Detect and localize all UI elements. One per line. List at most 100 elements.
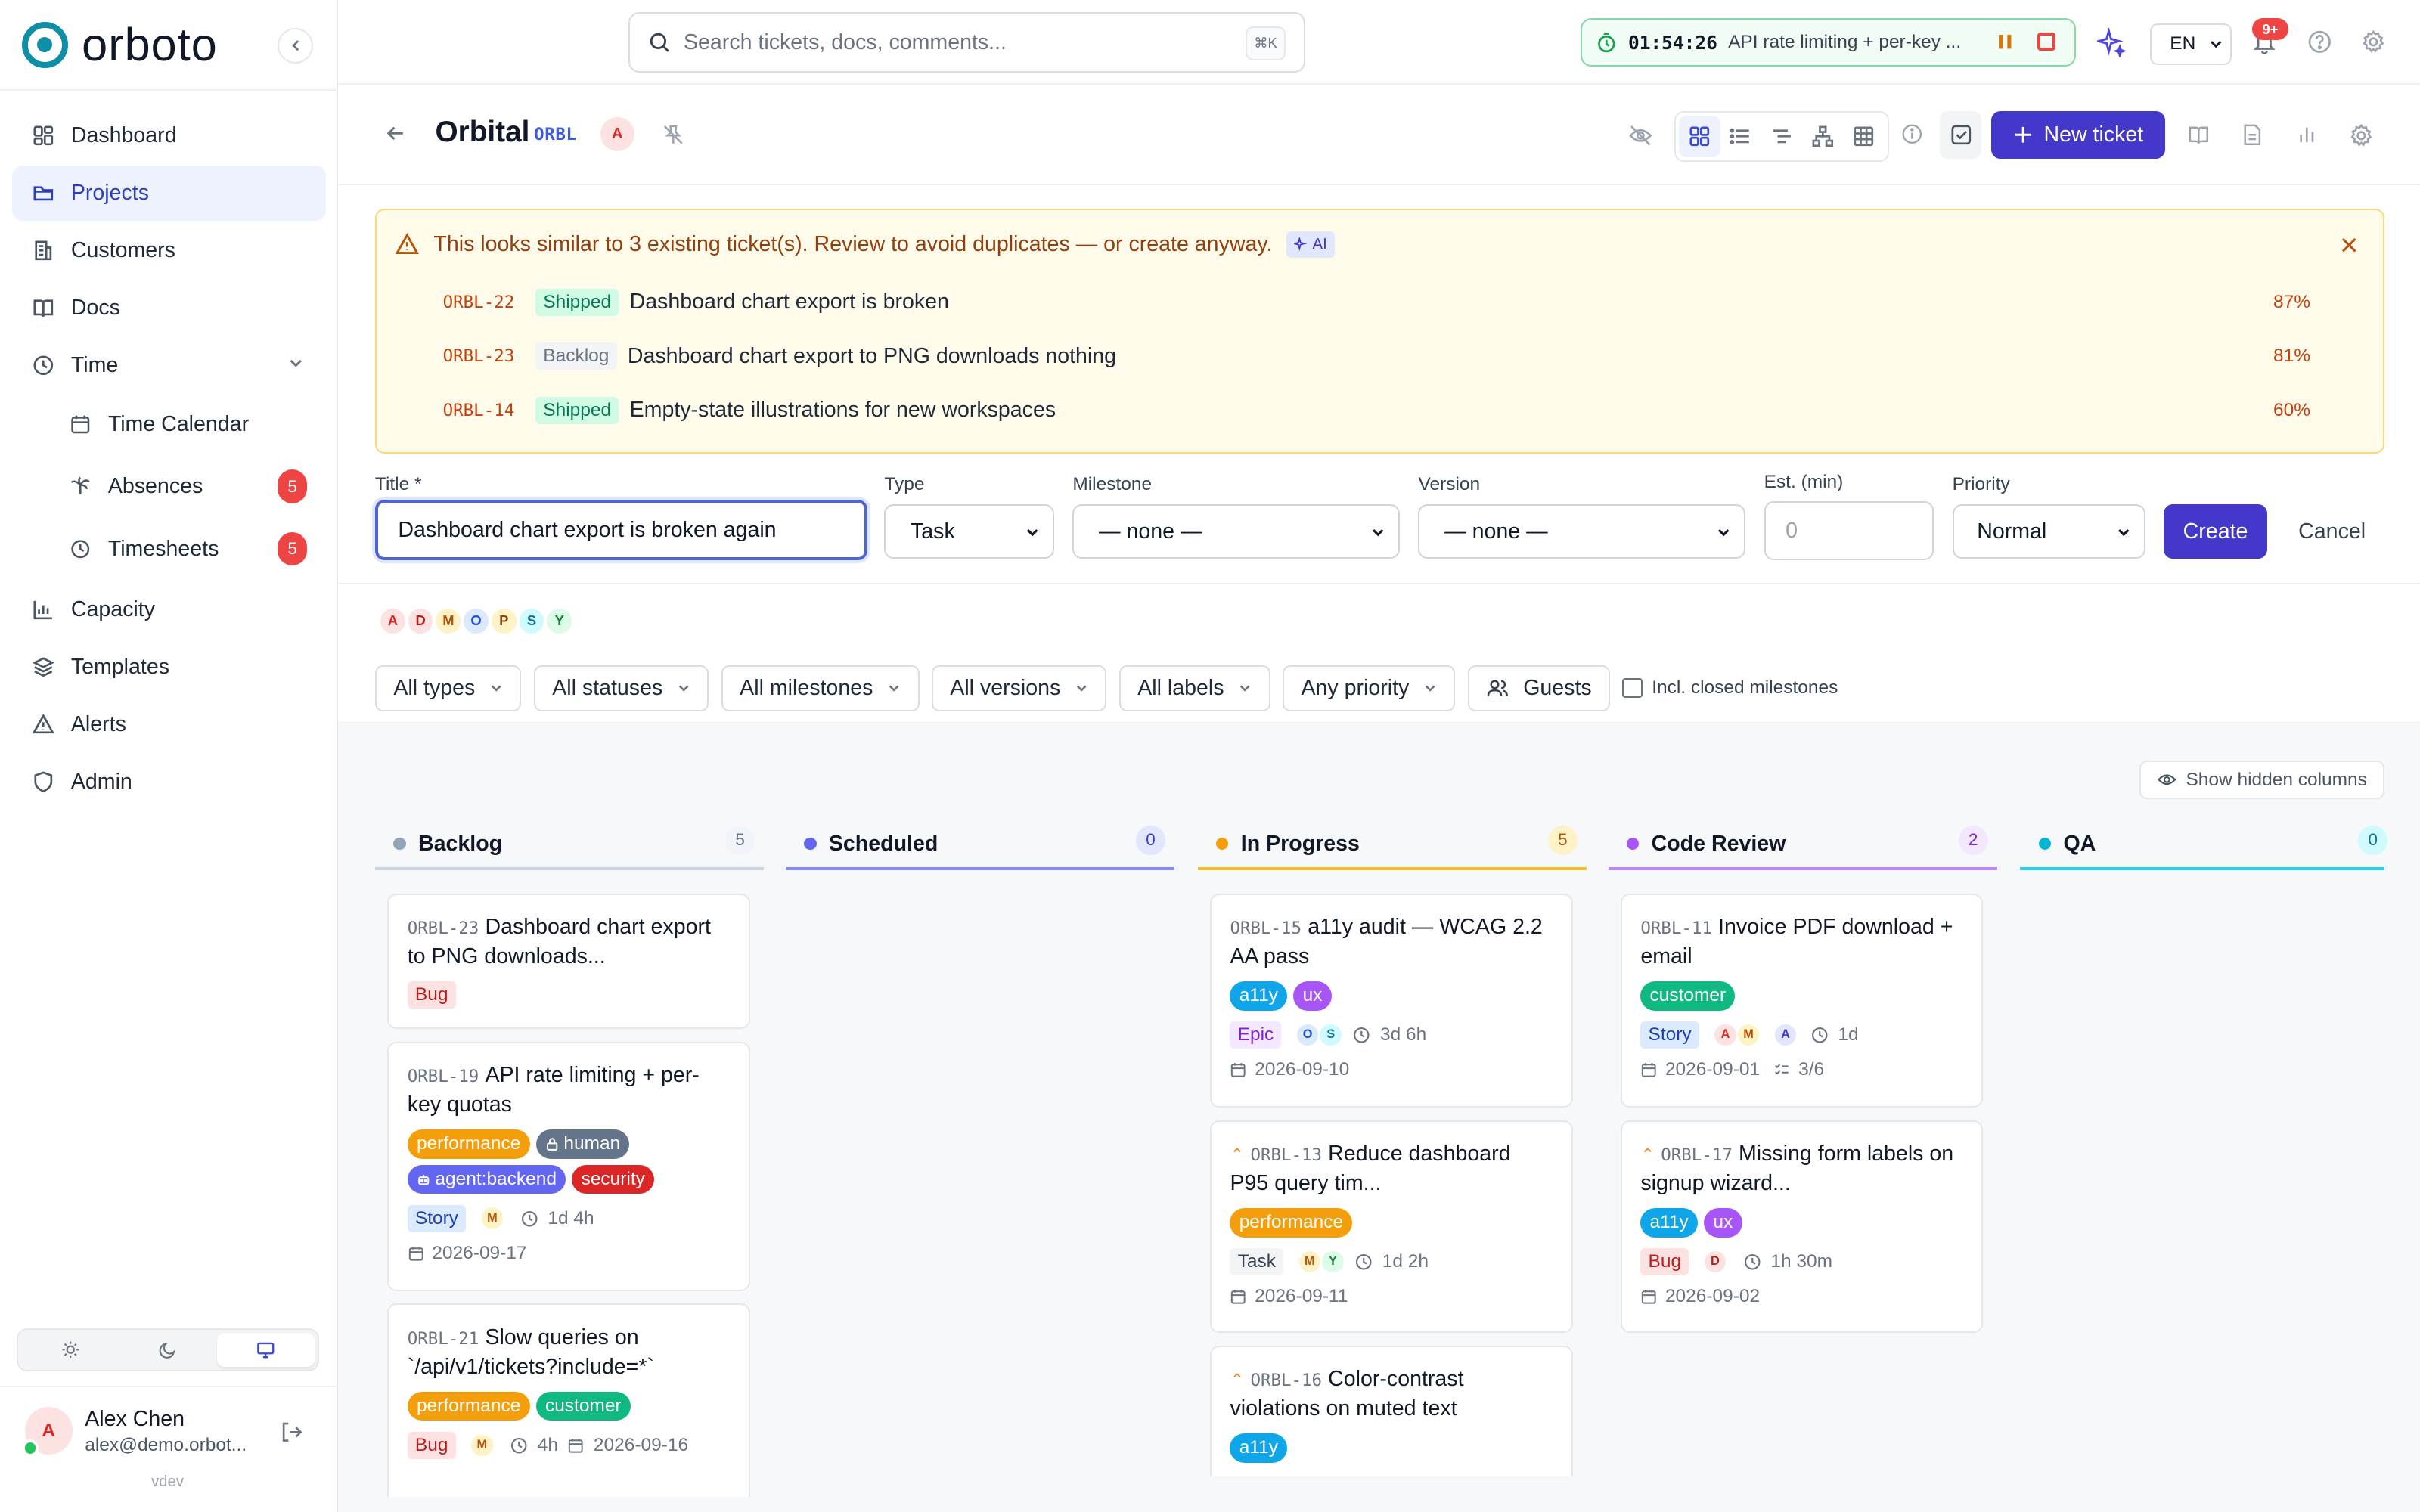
column-title: Scheduled <box>828 831 939 856</box>
member-avatar[interactable]: A <box>377 606 408 636</box>
unpin-icon[interactable] <box>662 123 685 147</box>
user-name: Alex Chen <box>85 1407 185 1432</box>
back-arrow-icon[interactable] <box>384 122 408 145</box>
estimate: 3d 6h <box>1380 1024 1427 1045</box>
stop-icon[interactable] <box>2037 32 2056 51</box>
sidebar-item-absences[interactable]: Absences 5 <box>12 457 325 516</box>
light-theme-button[interactable] <box>22 1333 119 1367</box>
column-title: In Progress <box>1240 831 1360 856</box>
show-hidden-columns-button[interactable]: Show hidden columns <box>2139 761 2385 800</box>
high-priority-icon: ⌃ <box>1640 1145 1655 1165</box>
priority-filter[interactable]: Any priority <box>1283 665 1456 711</box>
status-filter[interactable]: All statuses <box>533 665 709 711</box>
close-icon[interactable] <box>2340 236 2358 254</box>
ticket-key: ORBL-15 <box>1230 919 1302 939</box>
column-header-scheduled[interactable]: Scheduled 0 <box>785 818 1175 870</box>
moon-icon <box>159 1343 175 1359</box>
member-avatar[interactable]: M <box>433 606 464 636</box>
duplicate-match[interactable]: ORBL-14 Shipped Empty-state illustration… <box>443 392 2310 429</box>
sidebar-item-time[interactable]: Time <box>12 337 325 392</box>
cancel-button[interactable]: Cancel <box>2285 504 2378 558</box>
hierarchy-view-button[interactable] <box>1802 116 1843 157</box>
sidebar-item-time-calendar[interactable]: Time Calendar <box>12 395 325 454</box>
ticket-card[interactable]: ⌃ ORBL-16 Color-contrast violations on mut… <box>1209 1345 1573 1477</box>
title-input[interactable]: Dashboard chart export is broken again <box>374 500 867 560</box>
ai-sparkle-icon[interactable] <box>2097 27 2127 57</box>
version-select[interactable]: — none — <box>1418 504 1746 559</box>
checkbox-toggle-button[interactable] <box>1940 110 1982 160</box>
label-filter[interactable]: All labels <box>1118 665 1270 711</box>
ticket-card[interactable]: ORBL-21 Slow queries on `/api/v1/tickets?… <box>387 1303 750 1497</box>
column-color-dot <box>1216 838 1229 850</box>
section-divider <box>337 583 2420 585</box>
column-header-qa[interactable]: QA 0 <box>2020 818 2388 870</box>
sidebar-item-templates[interactable]: Templates <box>12 640 325 695</box>
table-view-button[interactable] <box>1844 116 1885 157</box>
ticket-card[interactable]: ⌃ ORBL-17 Missing form labels on signup wi… <box>1620 1120 1984 1334</box>
ticket-card[interactable]: ORBL-15 a11y audit — WCAG 2.2 AA pass a11… <box>1209 893 1573 1108</box>
pause-icon[interactable] <box>1996 33 2014 51</box>
assignee-avatar: M <box>1736 1022 1761 1048</box>
ticket-card[interactable]: ORBL-19 API rate limiting + per-key quota… <box>387 1041 750 1292</box>
sidebar-item-admin[interactable]: Admin <box>12 754 325 809</box>
chevron-down-icon[interactable] <box>287 355 304 371</box>
sidebar-item-timesheets[interactable]: Timesheets 5 <box>12 519 325 578</box>
milestone-filter[interactable]: All milestones <box>721 665 920 711</box>
calendar-icon <box>68 412 93 437</box>
sidebar-item-capacity[interactable]: Capacity <box>12 582 325 637</box>
sidebar-item-customers[interactable]: Customers <box>12 223 325 278</box>
list-view-button[interactable] <box>1720 116 1761 157</box>
search-input[interactable]: Search tickets, docs, comments... ⌘K <box>628 12 1306 73</box>
gear-icon[interactable] <box>2361 29 2386 54</box>
collapse-sidebar-button[interactable] <box>278 27 314 64</box>
ticket-card[interactable]: ⌃ ORBL-13 Reduce dashboard P95 query tim..… <box>1209 1120 1573 1334</box>
logout-icon[interactable] <box>279 1420 304 1445</box>
sidebar-item-alerts[interactable]: Alerts <box>12 697 325 752</box>
eye-off-icon[interactable] <box>1628 123 1653 148</box>
version-filter[interactable]: All versions <box>931 665 1107 711</box>
book-open-icon[interactable] <box>2187 123 2211 147</box>
board-view-button[interactable] <box>1679 116 1720 158</box>
new-ticket-button[interactable]: New ticket <box>1990 110 2166 160</box>
type-select[interactable]: Task <box>884 504 1054 559</box>
type-filter[interactable]: All types <box>374 665 522 711</box>
app-logo[interactable]: orboto <box>21 21 218 68</box>
sidebar-item-docs[interactable]: Docs <box>12 280 325 336</box>
ticket-card[interactable]: ORBL-23 Dashboard chart export to PNG dow… <box>387 893 750 1030</box>
project-owner-avatar[interactable]: A <box>600 117 634 151</box>
bar-chart-icon[interactable] <box>2295 123 2319 147</box>
column-color-dot <box>393 838 406 850</box>
member-avatar[interactable]: O <box>461 606 491 636</box>
tree-view-button[interactable] <box>1761 116 1802 157</box>
include-closed-checkbox[interactable]: Incl. closed milestones <box>1622 677 1838 699</box>
sidebar-item-projects[interactable]: Projects <box>12 165 326 222</box>
duplicate-match[interactable]: ORBL-22 Shipped Dashboard chart export i… <box>443 284 2310 321</box>
column-header-backlog[interactable]: Backlog 5 <box>374 818 765 870</box>
member-avatar[interactable]: Y <box>544 606 575 636</box>
help-icon[interactable] <box>2307 29 2332 54</box>
column-count: 0 <box>2358 825 2388 855</box>
estimate: 1d 2h <box>1382 1250 1429 1272</box>
column-header-in-progress[interactable]: In Progress 5 <box>1197 818 1587 870</box>
checkbox[interactable] <box>1622 677 1643 699</box>
chevron-down-icon <box>1370 525 1385 540</box>
dark-theme-button[interactable] <box>119 1333 217 1367</box>
member-avatar[interactable]: D <box>405 606 436 636</box>
priority-select[interactable]: Normal <box>1952 504 2145 559</box>
guests-filter[interactable]: Guests <box>1467 665 1611 711</box>
ticket-card[interactable]: ORBL-11 Invoice PDF download + email cust… <box>1620 893 1984 1108</box>
member-avatar[interactable]: P <box>489 606 519 636</box>
system-theme-button[interactable] <box>217 1333 315 1368</box>
duplicate-match[interactable]: ORBL-23 Backlog Dashboard chart export t… <box>443 338 2310 375</box>
member-avatar[interactable]: S <box>517 606 547 636</box>
document-icon[interactable] <box>2241 123 2264 147</box>
sidebar-item-dashboard[interactable]: Dashboard <box>12 108 325 163</box>
estimate-input[interactable]: 0 <box>1764 501 1934 560</box>
language-select[interactable]: EN <box>2149 23 2232 65</box>
info-icon[interactable] <box>1901 123 1923 145</box>
column-header-code-review[interactable]: Code Review 2 <box>1608 818 1997 870</box>
gear-icon[interactable] <box>2349 123 2374 148</box>
running-timer[interactable]: 01:54:26 API rate limiting + per-key ... <box>1580 18 2076 67</box>
create-button[interactable]: Create <box>2164 504 2267 559</box>
milestone-select[interactable]: — none — <box>1072 504 1400 559</box>
